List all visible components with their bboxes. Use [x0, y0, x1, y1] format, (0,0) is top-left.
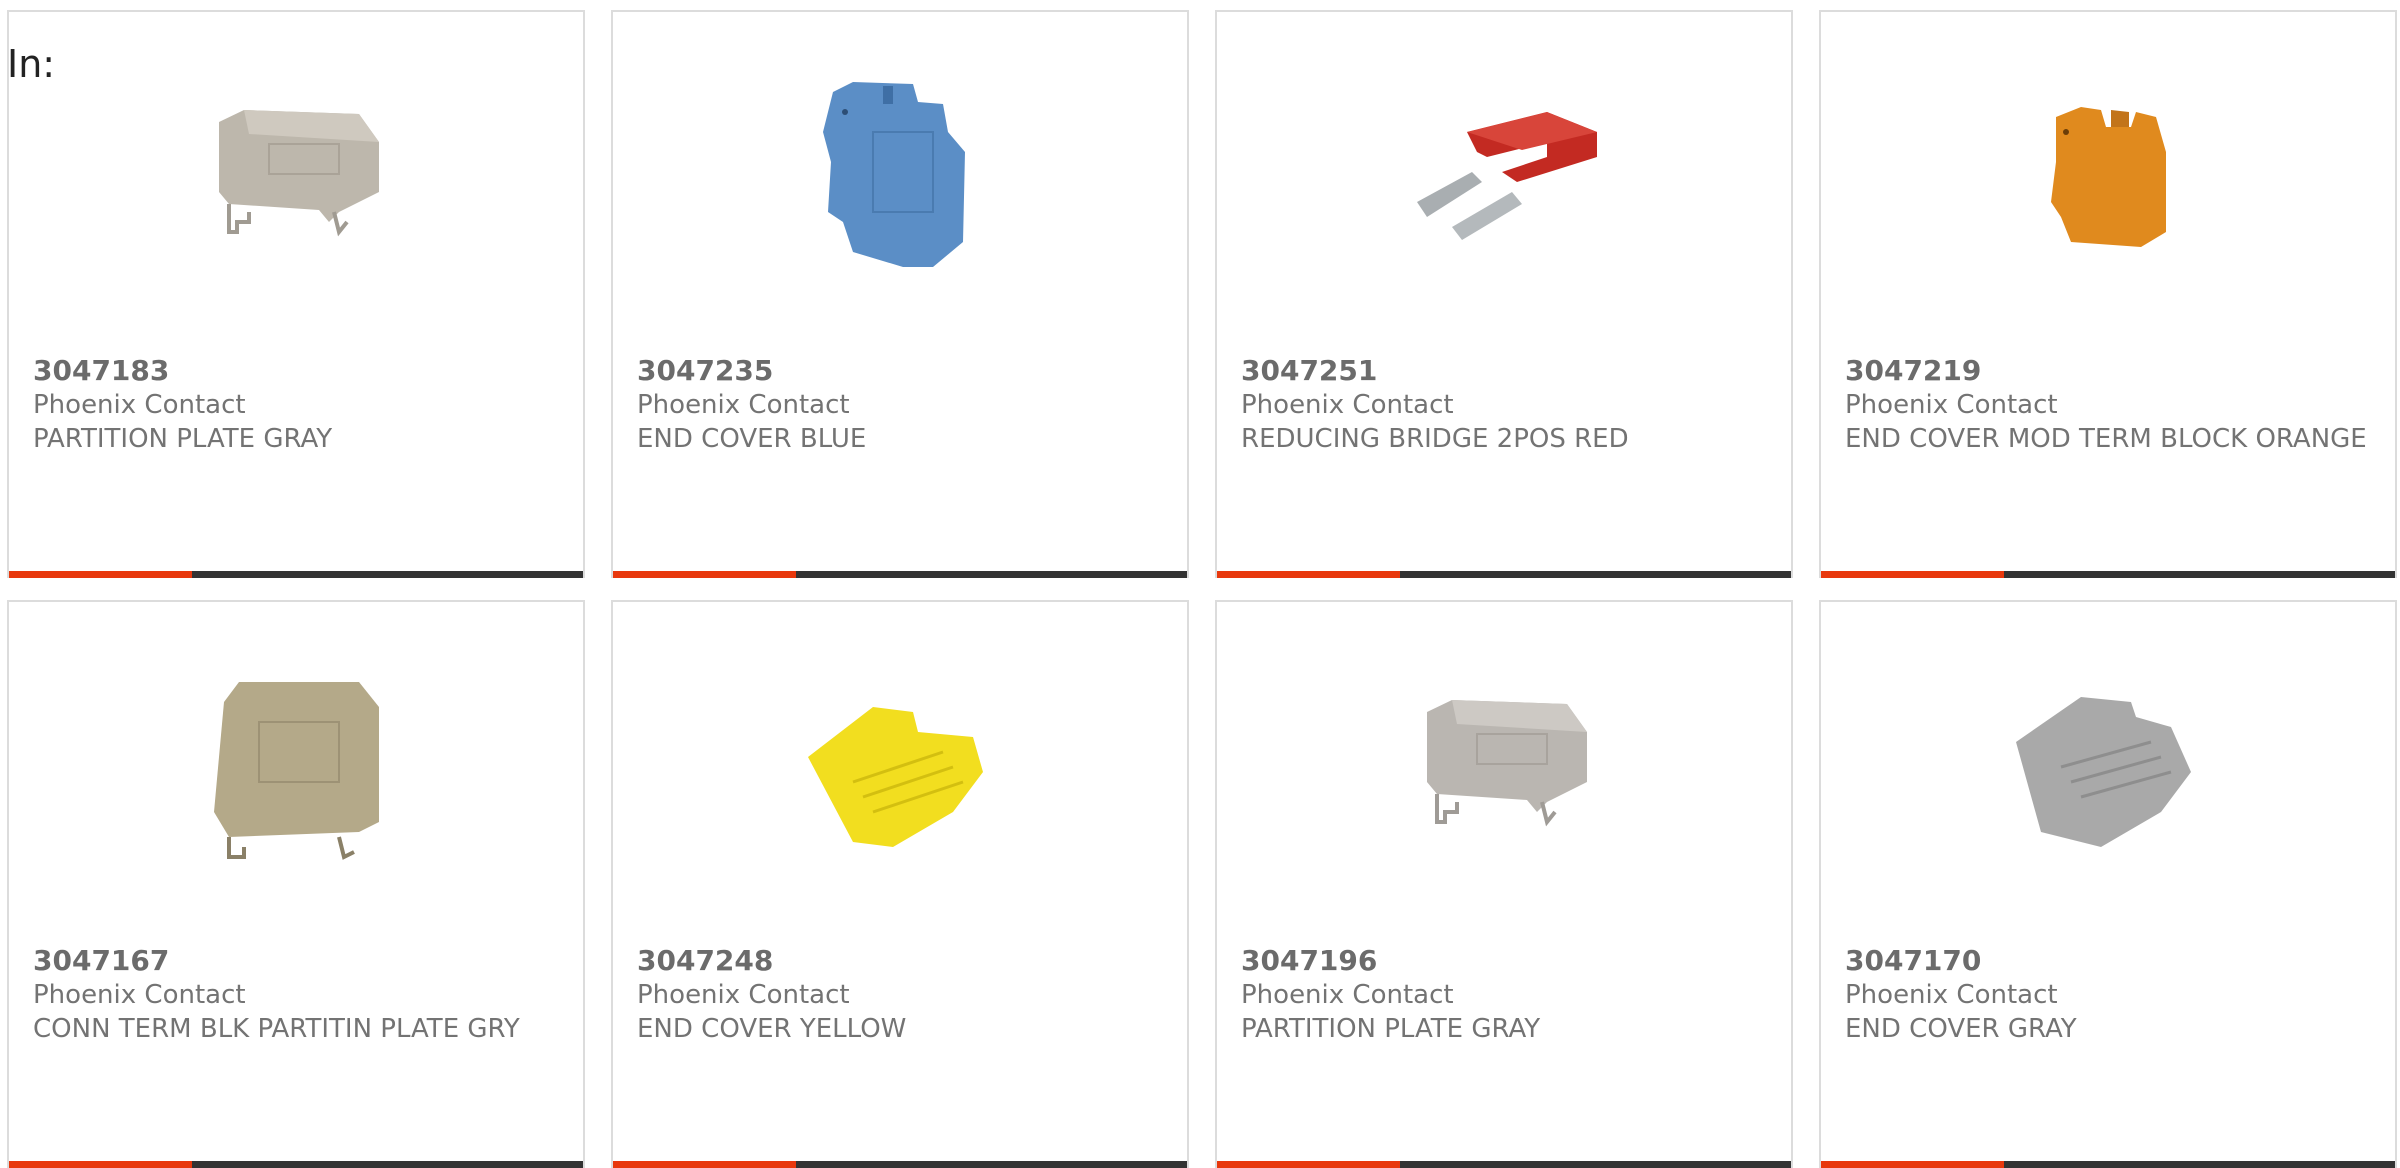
- part-number[interactable]: 3047170: [1845, 944, 2375, 978]
- partition-plate-gray-image: [189, 72, 399, 282]
- product-card[interactable]: 3047235 Phoenix Contact END COVER BLUE: [611, 10, 1189, 578]
- description: REDUCING BRIDGE 2POS RED: [1241, 424, 1629, 454]
- description: END COVER YELLOW: [637, 1014, 907, 1044]
- description: PARTITION PLATE GRAY: [33, 424, 333, 454]
- part-number[interactable]: 3047235: [637, 354, 1167, 388]
- part-number[interactable]: 3047196: [1241, 944, 1771, 978]
- manufacturer: Phoenix Contact: [33, 980, 246, 1010]
- part-number[interactable]: 3047251: [1241, 354, 1771, 388]
- product-grid: 3047183 Phoenix Contact PARTITION PLATE …: [0, 0, 2400, 1168]
- card-bottom-bar: [9, 571, 583, 578]
- manufacturer: Phoenix Contact: [1241, 980, 1454, 1010]
- card-accent-bar: [613, 1161, 796, 1168]
- description: END COVER GRAY: [1845, 1014, 2077, 1044]
- description: PARTITION PLATE GRAY: [1241, 1014, 1541, 1044]
- manufacturer: Phoenix Contact: [33, 390, 246, 420]
- end-cover-gray-image: [2001, 662, 2211, 872]
- product-card[interactable]: 3047219 Phoenix Contact END COVER MOD TE…: [1819, 10, 2397, 578]
- manufacturer: Phoenix Contact: [1845, 980, 2058, 1010]
- product-card[interactable]: 3047248 Phoenix Contact END COVER YELLOW: [611, 600, 1189, 1168]
- part-number[interactable]: 3047219: [1845, 354, 2375, 388]
- end-cover-orange-image: [2001, 72, 2211, 282]
- product-card[interactable]: 3047170 Phoenix Contact END COVER GRAY: [1819, 600, 2397, 1168]
- description: END COVER BLUE: [637, 424, 867, 454]
- card-accent-bar: [9, 1161, 192, 1168]
- part-number[interactable]: 3047167: [33, 944, 563, 978]
- partition-plate-gray-image: [1397, 662, 1607, 872]
- card-accent-bar: [1217, 571, 1400, 578]
- card-bottom-bar: [1217, 571, 1791, 578]
- card-accent-bar: [1217, 1161, 1400, 1168]
- end-cover-blue-image: [793, 72, 1003, 282]
- card-bottom-bar: [1821, 1161, 2395, 1168]
- card-bottom-bar: [1217, 1161, 1791, 1168]
- description: CONN TERM BLK PARTITIN PLATE GRY: [33, 1014, 520, 1044]
- manufacturer: Phoenix Contact: [1845, 390, 2058, 420]
- product-card[interactable]: 3047183 Phoenix Contact PARTITION PLATE …: [7, 10, 585, 578]
- end-cover-yellow-image: [793, 662, 1003, 872]
- manufacturer: Phoenix Contact: [637, 980, 850, 1010]
- card-accent-bar: [1821, 571, 2004, 578]
- card-accent-bar: [9, 571, 192, 578]
- product-card[interactable]: 3047196 Phoenix Contact PARTITION PLATE …: [1215, 600, 1793, 1168]
- card-bottom-bar: [613, 1161, 1187, 1168]
- product-card[interactable]: 3047167 Phoenix Contact CONN TERM BLK PA…: [7, 600, 585, 1168]
- card-accent-bar: [1821, 1161, 2004, 1168]
- reducing-bridge-red-image: [1397, 72, 1607, 282]
- card-bottom-bar: [613, 571, 1187, 578]
- manufacturer: Phoenix Contact: [1241, 390, 1454, 420]
- part-number[interactable]: 3047183: [33, 354, 563, 388]
- product-card[interactable]: 3047251 Phoenix Contact REDUCING BRIDGE …: [1215, 10, 1793, 578]
- filter-in-label: In:: [7, 42, 56, 86]
- description: END COVER MOD TERM BLOCK ORANGE: [1845, 424, 2367, 454]
- card-bottom-bar: [1821, 571, 2395, 578]
- manufacturer: Phoenix Contact: [637, 390, 850, 420]
- part-number[interactable]: 3047248: [637, 944, 1167, 978]
- partition-plate-beige-image: [189, 662, 399, 872]
- card-accent-bar: [613, 571, 796, 578]
- card-bottom-bar: [9, 1161, 583, 1168]
